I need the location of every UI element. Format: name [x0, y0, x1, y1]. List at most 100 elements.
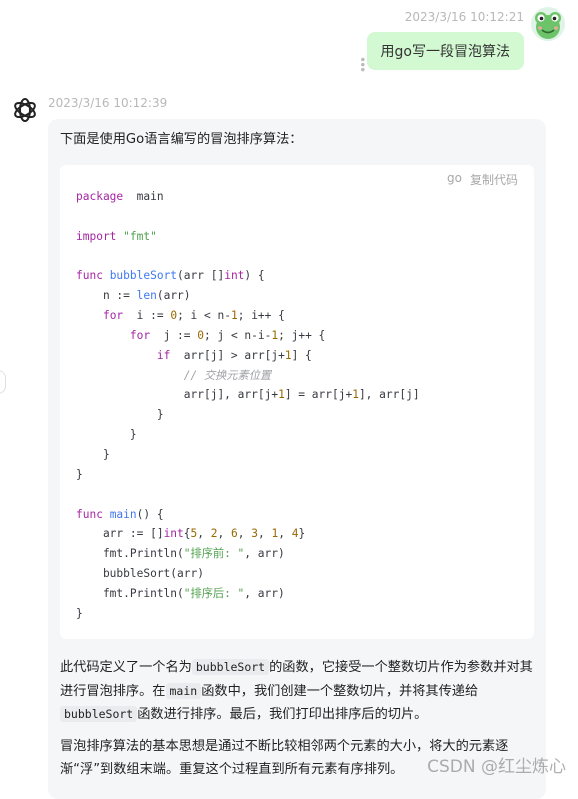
- code-token: ,: [197, 527, 211, 541]
- code-token: j :=: [150, 328, 198, 342]
- code-token: 1: [284, 348, 292, 362]
- code-token: ,: [217, 527, 231, 541]
- explanation-text: 此代码定义了一个名为: [60, 660, 192, 675]
- code-token: ] = arr[j+: [284, 388, 353, 402]
- code-token: for: [102, 309, 124, 323]
- code-token: }: [76, 408, 164, 422]
- code-token: {: [183, 527, 191, 541]
- inline-code: main: [165, 682, 202, 699]
- user-message-text: 用go写一段冒泡算法: [380, 44, 510, 60]
- copy-code-button[interactable]: 复制代码: [470, 171, 518, 188]
- code-token: , arr): [244, 586, 285, 600]
- code-card: go 复制代码 package main import "fmt" func b…: [60, 165, 534, 639]
- code-token: ,: [237, 527, 252, 541]
- code-line: fmt.Println("排序后: ", arr): [76, 584, 420, 604]
- code-token: bubbleSort: [102, 269, 178, 283]
- code-token: ,: [278, 527, 292, 541]
- bot-intro-text: 下面是使用Go语言编写的冒泡排序算法：: [60, 132, 303, 147]
- code-token: bubbleSort(arr): [76, 567, 204, 581]
- code-token: func: [76, 269, 103, 283]
- code-token: }: [76, 447, 110, 461]
- code-line: }: [76, 604, 420, 624]
- code-token: }: [76, 428, 137, 442]
- code-token: 3: [251, 527, 258, 541]
- code-token: , arr): [244, 547, 285, 561]
- code-token: "排序后: ": [183, 586, 245, 600]
- code-line: }: [76, 405, 420, 425]
- code-line: func bubbleSort(arr []int) {: [76, 266, 420, 286]
- code-token: ; j < n-i-: [204, 328, 272, 342]
- code-token: int: [224, 269, 245, 283]
- code-token: (arr []: [177, 269, 225, 283]
- code-token: }: [76, 606, 83, 620]
- code-line: }: [76, 425, 420, 445]
- code-token: }: [76, 467, 83, 481]
- code-token: 1: [230, 309, 238, 323]
- code-line: // 交换元素位置: [76, 366, 420, 386]
- code-token: 2: [210, 527, 218, 541]
- code-line: fmt.Println("排序前: ", arr): [76, 544, 420, 564]
- code-token: main: [123, 190, 164, 203]
- code-token: "排序前: ": [183, 547, 245, 561]
- code-token: () {: [136, 507, 164, 521]
- code-line: func main() {: [76, 505, 420, 525]
- code-token: func: [76, 507, 103, 521]
- side-scroll-handle[interactable]: [0, 370, 6, 394]
- explanation-text: 函数中，我们创建一个整数切片，并将其传递给: [201, 683, 479, 699]
- code-token: for: [129, 328, 151, 342]
- code-token: i :=: [123, 309, 171, 323]
- code-token: ; i < n-: [177, 309, 231, 323]
- inline-code: bubbleSort: [191, 659, 270, 675]
- explanation-text: 函数进行排序。最后，我们打印出排序后的切片。: [137, 707, 428, 722]
- code-line: arr := []int{5, 2, 6, 3, 1, 4}: [76, 524, 420, 544]
- code-line: for i := 0; i < n-1; i++ {: [76, 306, 420, 326]
- code-line: package main: [76, 187, 420, 207]
- bot-message-bubble: 下面是使用Go语言编写的冒泡排序算法： go 复制代码 package main…: [48, 119, 546, 799]
- code-token: len: [136, 289, 157, 303]
- bot-message-timestamp: 2023/3/16 10:12:39: [48, 96, 168, 110]
- user-message-bubble: 用go写一段冒泡算法: [366, 32, 524, 70]
- code-line: }: [76, 465, 420, 485]
- code-token: ) {: [244, 269, 265, 283]
- code-token: arr[j], arr[j+: [76, 388, 279, 402]
- code-token: 1: [352, 388, 359, 402]
- code-line: arr[j], arr[j+1] = arr[j+1], arr[j]: [76, 385, 420, 405]
- code-token: }: [298, 527, 306, 541]
- code-token: if: [156, 348, 171, 362]
- code-token: package: [76, 190, 124, 203]
- code-token: (arr): [156, 289, 191, 303]
- code-token: ], arr[j]: [358, 388, 420, 402]
- code-token: arr[j] > arr[j+: [170, 348, 285, 362]
- code-header: go 复制代码: [447, 171, 518, 188]
- code-line: import "fmt": [76, 227, 420, 247]
- code-token: arr := []: [76, 527, 164, 541]
- more-vertical-icon[interactable]: •••: [355, 56, 369, 71]
- code-token: n :=: [76, 289, 137, 303]
- code-token: int: [163, 527, 184, 541]
- bot-explanation-text: 此代码定义了一个名为 bubbleSort 的函数，它接受一个整数切片作为参数并对其…: [60, 656, 536, 727]
- code-language-label: go: [447, 171, 462, 185]
- code-line: if arr[j] > arr[j+1] {: [76, 346, 420, 366]
- code-token: ] {: [291, 348, 312, 362]
- code-token: // 交换元素位置: [183, 368, 272, 382]
- code-block: package main import "fmt" func bubbleSor…: [76, 187, 420, 624]
- code-token: ,: [257, 527, 272, 541]
- frog-avatar-icon: [531, 7, 565, 41]
- code-token: ; j++ {: [278, 328, 326, 342]
- code-token: 0: [197, 328, 205, 342]
- inline-code: bubbleSort: [60, 706, 138, 722]
- code-line: }: [76, 445, 420, 465]
- code-line: for j := 0; j < n-i-1; j++ {: [76, 326, 420, 346]
- code-token: main: [102, 507, 137, 521]
- openai-logo-icon: [11, 96, 39, 124]
- watermark: CSDN @红尘炼心: [427, 757, 566, 777]
- code-line: bubbleSort(arr): [76, 564, 420, 584]
- code-token: import: [76, 229, 117, 243]
